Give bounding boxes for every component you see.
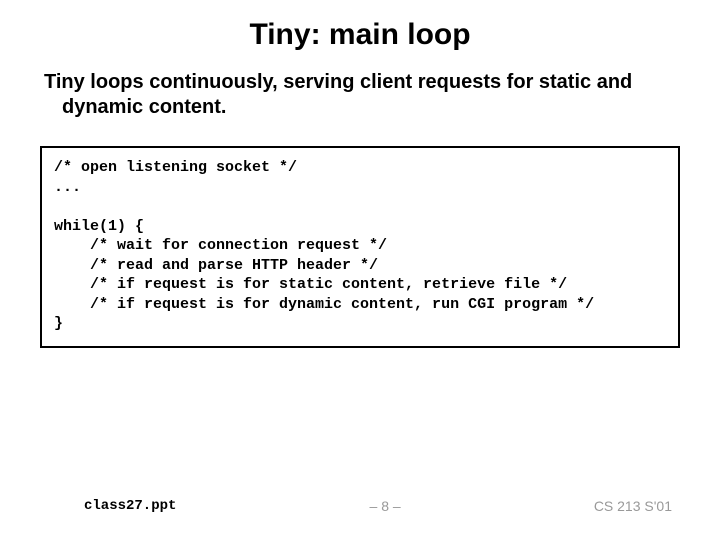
- slide-title: Tiny: main loop: [40, 18, 680, 52]
- slide-subtitle: Tiny loops continuously, serving client …: [44, 70, 680, 120]
- footer-filename: class27.ppt: [48, 498, 176, 514]
- slide: Tiny: main loop Tiny loops continuously,…: [0, 0, 720, 540]
- footer-course: CS 213 S'01: [594, 498, 672, 514]
- footer-page-number: – 8 –: [370, 498, 401, 514]
- footer: class27.ppt – 8 – CS 213 S'01: [0, 498, 720, 514]
- code-block: /* open listening socket */ ... while(1)…: [40, 146, 680, 348]
